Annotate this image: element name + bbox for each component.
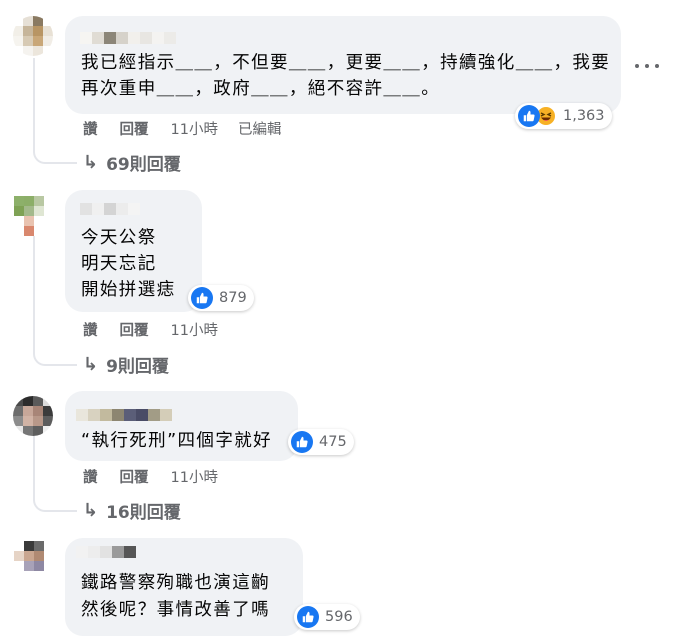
thread-line (33, 58, 35, 150)
edited-label[interactable]: 已編輯 (238, 118, 282, 139)
view-replies-label: 16則回覆 (106, 503, 181, 523)
reaction-count: 879 (219, 290, 247, 306)
comment-text-line: “執行死刑”四個字就好 (81, 431, 273, 451)
comment-text-line: 我已經指示＿＿，不但要＿＿，更要＿＿，持續強化＿＿，我要 (81, 53, 611, 73)
comment-actions: 讚 回覆 11小時 (83, 319, 238, 340)
reaction-count: 1,363 (563, 108, 605, 124)
view-replies-label: 69則回覆 (106, 155, 181, 175)
comment-text-line: 開始拼選痣 (81, 280, 176, 300)
like-icon (297, 606, 319, 628)
like-icon (191, 287, 213, 309)
reaction-summary[interactable]: 596 (294, 604, 360, 630)
reply-arrow-icon: ↳ (83, 500, 99, 521)
comment-text-line: 明天忘記 (81, 254, 157, 274)
comment-text-line: 鐵路警察殉職也演這齣 (81, 573, 270, 593)
commenter-name[interactable] (80, 32, 176, 44)
comment-feed: 我已經指示＿＿，不但要＿＿，更要＿＿，持續強化＿＿，我要 再次重申＿＿，政府＿＿… (0, 0, 679, 637)
comment-timestamp[interactable]: 11小時 (171, 319, 218, 340)
reaction-summary[interactable]: 1,363 (515, 103, 612, 129)
comment-actions: 讚 回覆 11小時 已編輯 (83, 118, 281, 139)
reaction-summary[interactable]: 879 (188, 285, 254, 311)
avatar[interactable] (14, 196, 54, 236)
avatar[interactable] (14, 541, 54, 581)
comment-timestamp[interactable]: 11小時 (171, 466, 218, 487)
comment-timestamp[interactable]: 11小時 (171, 118, 218, 139)
commenter-name[interactable] (76, 409, 172, 421)
like-action[interactable]: 讚 (83, 118, 98, 139)
commenter-name[interactable] (76, 546, 136, 558)
comment-text-line: 再次重申＿＿，政府＿＿，絕不容許＿＿。 (81, 79, 441, 99)
reaction-count: 596 (325, 609, 353, 625)
reply-action[interactable]: 回覆 (120, 466, 149, 487)
thread-connector (33, 494, 77, 512)
thread-line (33, 236, 35, 352)
thread-connector (33, 348, 77, 366)
reaction-count: 475 (319, 434, 347, 450)
comment-actions: 讚 回覆 11小時 (83, 466, 238, 487)
thread-line (33, 434, 35, 498)
reply-action[interactable]: 回覆 (120, 319, 149, 340)
commenter-name[interactable] (80, 203, 140, 215)
view-replies-button[interactable]: ↳ 16則回覆 (83, 498, 181, 523)
comment-text-line: 然後呢？事情改善了嗎 (81, 600, 270, 620)
view-replies-label: 9則回覆 (106, 357, 169, 377)
avatar[interactable] (13, 16, 53, 56)
view-replies-button[interactable]: ↳ 9則回覆 (83, 352, 169, 377)
like-action[interactable]: 讚 (83, 319, 98, 340)
reaction-summary[interactable]: 475 (288, 429, 354, 455)
reply-arrow-icon: ↳ (83, 152, 99, 173)
like-action[interactable]: 讚 (83, 466, 98, 487)
like-icon (518, 105, 540, 127)
thread-connector (33, 146, 77, 164)
view-replies-button[interactable]: ↳ 69則回覆 (83, 150, 181, 175)
more-options-icon[interactable] (635, 58, 659, 74)
reply-action[interactable]: 回覆 (120, 118, 149, 139)
comment-text-line: 今天公祭 (81, 228, 157, 248)
reply-arrow-icon: ↳ (83, 354, 99, 375)
like-icon (291, 431, 313, 453)
avatar[interactable] (13, 396, 53, 436)
